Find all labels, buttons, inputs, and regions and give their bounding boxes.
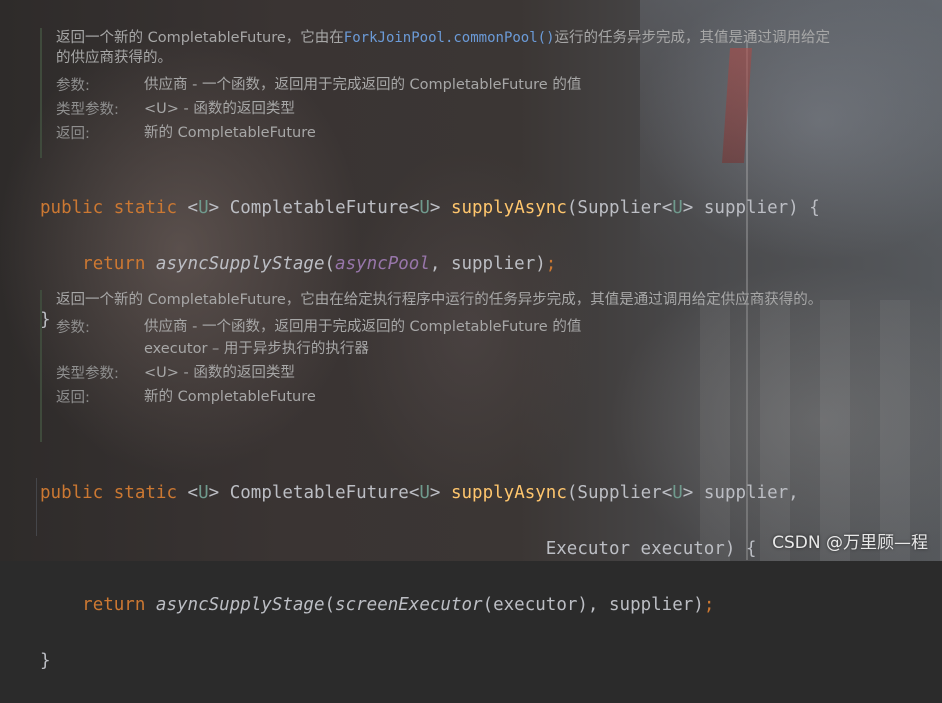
params-label: 参数: [56,78,90,94]
javadoc-description: 返回一个新的 CompletableFuture，它由在ForkJoinPool… [56,28,836,68]
code-block-2: public static <U> CompletableFuture<U> s… [40,451,799,703]
code-line: } [40,647,799,675]
code-token: > [208,483,220,503]
type-param: U [672,483,683,503]
code-token: CompletableFuture< [219,198,420,218]
code-line: return asyncSupplyStage(asyncPool, suppl… [40,250,820,278]
description-text: 返回一个新的 CompletableFuture，它由在 [56,30,344,46]
type-params-label: 类型参数: [56,366,119,382]
type-param: U [419,483,430,503]
params-value: 供应商 - 一个函数，返回用于完成返回的 CompletableFuture 的… [144,319,582,335]
method-call[interactable]: asyncSupplyStage [156,254,325,274]
type-params-value: <U> - 函数的返回类型 [144,365,295,381]
params-value: 供应商 - 一个函数，返回用于完成返回的 CompletableFuture 的… [144,77,582,93]
code-token: Executor executor) { [545,539,757,559]
code-token: > [429,198,451,218]
type-params-label: 类型参数: [56,102,119,118]
method-name[interactable]: supplyAsync [451,483,567,503]
code-token: > supplier, [682,483,799,503]
code-token: (executor), supplier) [482,595,704,615]
commonpool-link[interactable]: ForkJoinPool.commonPool() [344,30,555,46]
keyword: return [82,595,146,615]
javadoc-block-2: 返回一个新的 CompletableFuture，它由在给定执行程序中运行的任务… [40,290,826,442]
type-params-value: <U> - 函数的返回类型 [144,101,295,117]
type-param: U [198,483,209,503]
javadoc-params-row: 参数: 供应商 - 一个函数，返回用于完成返回的 CompletableFutu… [56,316,826,360]
code-token: > [429,483,451,503]
code-token: , supplier) [429,254,546,274]
javadoc-type-row: 类型参数: <U> - 函数的返回类型 [56,98,836,122]
javadoc-block-1: 返回一个新的 CompletableFuture，它由在ForkJoinPool… [40,28,836,158]
javadoc-description: 返回一个新的 CompletableFuture，它由在给定执行程序中运行的任务… [56,290,826,310]
params-values: 供应商 - 一个函数，返回用于完成返回的 CompletableFuture 的… [144,316,826,360]
code-token: ( [324,595,336,615]
params-label: 参数: [56,320,90,336]
keyword: public [40,198,104,218]
closing-brace: } [40,651,51,671]
method-name[interactable]: supplyAsync [451,198,567,218]
type-param: U [419,198,430,218]
csdn-watermark: CSDN @万里顾—程 [772,533,928,553]
code-token: < [187,483,199,503]
code-token: > [208,198,220,218]
code-token: ( [324,254,336,274]
code-token: (Supplier< [566,483,673,503]
description-text: 返回一个新的 CompletableFuture，它由在给定执行程序中运行的任务… [56,292,823,308]
code-token: CompletableFuture< [219,483,420,503]
keyword: static [113,198,177,218]
keyword: return [82,254,146,274]
type-param: U [672,198,683,218]
code-line: public static <U> CompletableFuture<U> s… [40,479,799,507]
code-line: Executor executor) { [40,535,799,563]
method-call[interactable]: asyncSupplyStage [156,595,325,615]
javadoc-params-row: 参数: 供应商 - 一个函数，返回用于完成返回的 CompletableFutu… [56,74,836,98]
params-value: executor – 用于异步执行的执行器 [144,341,369,357]
return-label: 返回: [56,390,90,406]
code-token: < [187,198,199,218]
code-fold-guide [36,478,37,536]
type-param: U [198,198,209,218]
return-value: 新的 CompletableFuture [144,125,316,141]
code-line: return asyncSupplyStage(screenExecutor(e… [40,591,799,619]
return-value: 新的 CompletableFuture [144,389,316,405]
code-token: (Supplier< [566,198,673,218]
return-label: 返回: [56,126,90,142]
keyword: static [113,483,177,503]
field-reference[interactable]: asyncPool [335,254,430,274]
code-token: ; [703,595,715,615]
javadoc-return-row: 返回: 新的 CompletableFuture [56,386,826,410]
javadoc-type-row: 类型参数: <U> - 函数的返回类型 [56,362,826,386]
code-token: ; [545,254,557,274]
code-line: public static <U> CompletableFuture<U> s… [40,194,820,222]
method-call[interactable]: screenExecutor [335,595,483,615]
javadoc-return-row: 返回: 新的 CompletableFuture [56,122,836,146]
code-token: > supplier) { [682,198,820,218]
keyword: public [40,483,104,503]
